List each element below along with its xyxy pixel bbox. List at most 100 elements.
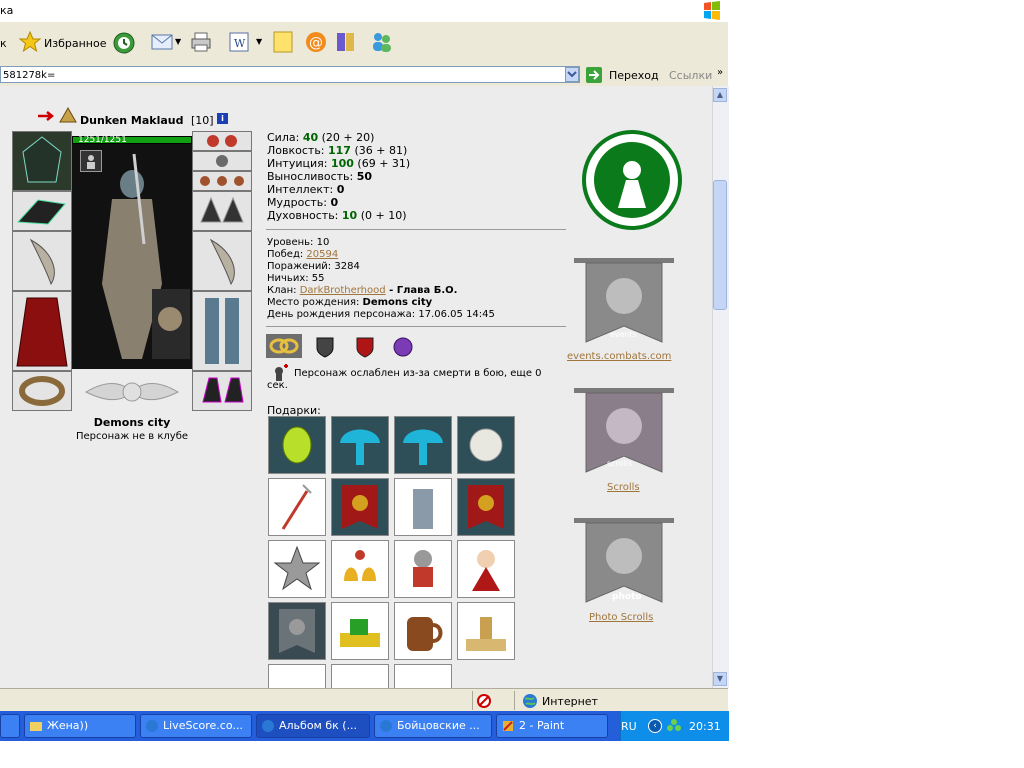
weapon-slot-right[interactable] [192, 231, 252, 291]
address-input[interactable]: 581278k= [0, 66, 580, 83]
earring-slot[interactable] [192, 131, 252, 151]
amulet-slot[interactable] [192, 151, 252, 171]
weapon-slot-left[interactable] [12, 231, 72, 291]
taskbar-item-paint[interactable]: 2 - Paint [496, 714, 608, 738]
stat-wisdom: Мудрость: 0 [267, 196, 339, 209]
red-shield-badge-icon[interactable] [355, 336, 375, 358]
history-icon[interactable] [112, 31, 136, 55]
grey-banner-icon [279, 609, 315, 653]
ie-icon [380, 720, 392, 732]
print-icon[interactable] [190, 31, 212, 53]
gift-item[interactable] [394, 478, 452, 536]
tray-app-icon[interactable] [666, 718, 682, 734]
stat-agility: Ловкость: 117 (36 + 81) [267, 144, 408, 157]
helmet-icon [22, 136, 62, 183]
edit-dropdown-icon[interactable]: ▼ [256, 37, 262, 46]
legs-slot[interactable] [192, 291, 252, 371]
scrolls-link[interactable]: Scrolls [607, 482, 640, 493]
folder-icon [30, 722, 42, 731]
gift-item[interactable] [457, 602, 515, 660]
effect-slot[interactable] [80, 150, 102, 172]
mail-icon[interactable] [150, 31, 174, 53]
wins-link[interactable]: 20594 [306, 249, 338, 260]
windows-logo-icon [704, 1, 720, 20]
helmet-slot[interactable] [12, 131, 72, 191]
scrollbar-thumb[interactable] [713, 180, 727, 310]
tray-expand-icon[interactable]: ‹ [648, 719, 662, 733]
boots-icon [202, 377, 244, 403]
info-birthday: День рождения персонажа: 17.06.05 14:45 [267, 309, 495, 320]
back-button-label[interactable]: к [0, 37, 7, 50]
purple-badge-icon[interactable] [392, 336, 414, 358]
taskbar-item-fighters[interactable]: Бойцовские ... [374, 714, 492, 738]
gift-box-icon [340, 619, 380, 647]
gift-item[interactable] [394, 540, 452, 598]
gift-item[interactable] [268, 602, 326, 660]
taskbar-item-livescore[interactable]: LiveScore.co... [140, 714, 252, 738]
mouse-toy-icon [413, 550, 433, 587]
language-indicator[interactable]: RU [621, 720, 637, 733]
info-birthplace: Место рождения: Demons city [267, 297, 433, 308]
taskbar-item-jena[interactable]: Жена)) [24, 714, 136, 738]
word-edit-icon[interactable]: W [228, 31, 250, 53]
mail-dropdown-icon[interactable]: ▼ [175, 37, 181, 46]
character-info: Уровень: 10 Побед: 20594 Поражений: 3284… [267, 237, 495, 321]
gift-item[interactable] [394, 602, 452, 660]
gift-item[interactable] [457, 540, 515, 598]
links-button[interactable]: Ссылки [669, 69, 712, 82]
gift-item[interactable] [394, 664, 452, 688]
gift-item[interactable] [331, 664, 389, 688]
events-banner-icon[interactable] [574, 254, 674, 354]
research-icon[interactable] [334, 30, 358, 54]
note-icon[interactable] [272, 30, 294, 54]
bracers-slot[interactable] [12, 191, 72, 231]
start-button[interactable] [0, 714, 20, 738]
gift-item[interactable] [331, 602, 389, 660]
email-at-icon[interactable]: @ [304, 30, 328, 54]
favorites-button[interactable]: Избранное [44, 37, 106, 50]
gift-item[interactable] [268, 664, 326, 688]
status-bar: Интернет [0, 688, 728, 712]
clan-link[interactable]: DarkBrotherhood [300, 285, 386, 296]
info-draws: Ничьих: 55 [267, 273, 325, 284]
address-dropdown-button[interactable] [565, 67, 579, 82]
dagger-icon [209, 238, 235, 286]
gift-item[interactable] [331, 478, 389, 536]
photo-banner-text: photo [612, 592, 642, 602]
fork-icon [281, 484, 312, 530]
scroll-up-button[interactable]: ▲ [713, 88, 727, 102]
scrolls-banner-icon[interactable] [574, 384, 674, 484]
window-title-bar: ка [0, 0, 728, 22]
rings-badge-icon[interactable] [266, 334, 302, 358]
vertical-scrollbar[interactable] [712, 86, 729, 688]
privacy-icon[interactable] [476, 693, 492, 709]
gift-item[interactable] [268, 478, 326, 536]
toolbar-overflow-icon[interactable]: » [717, 67, 723, 78]
gift-item[interactable] [457, 478, 515, 536]
gift-item[interactable] [331, 540, 389, 598]
shield-badge-icon[interactable] [315, 336, 335, 358]
photo-scrolls-link[interactable]: Photo Scrolls [589, 612, 653, 623]
go-button[interactable]: Переход [609, 69, 659, 82]
gift-item[interactable] [268, 540, 326, 598]
go-arrow-icon[interactable] [586, 67, 602, 83]
scroll-down-button[interactable]: ▼ [713, 672, 727, 686]
ie-icon [262, 720, 274, 732]
internet-globe-icon [523, 694, 537, 708]
info-icon[interactable]: i [217, 113, 228, 124]
gloves-icon [200, 196, 244, 223]
events-link[interactable]: events.combats.com [567, 351, 671, 362]
gift-item[interactable] [331, 416, 389, 474]
taskbar-item-album[interactable]: Альбом бк (... [256, 714, 370, 738]
armor-slot[interactable] [12, 291, 72, 371]
gift-item[interactable] [457, 416, 515, 474]
favorites-star-icon[interactable] [18, 30, 42, 54]
messenger-icon[interactable] [370, 30, 394, 54]
gift-item[interactable] [394, 416, 452, 474]
belt-slot[interactable] [12, 371, 72, 411]
gloves-slot[interactable] [192, 191, 252, 231]
rings-icon [200, 176, 244, 186]
rings-slot[interactable] [192, 171, 252, 191]
boots-slot[interactable] [192, 371, 252, 411]
gift-item[interactable] [268, 416, 326, 474]
